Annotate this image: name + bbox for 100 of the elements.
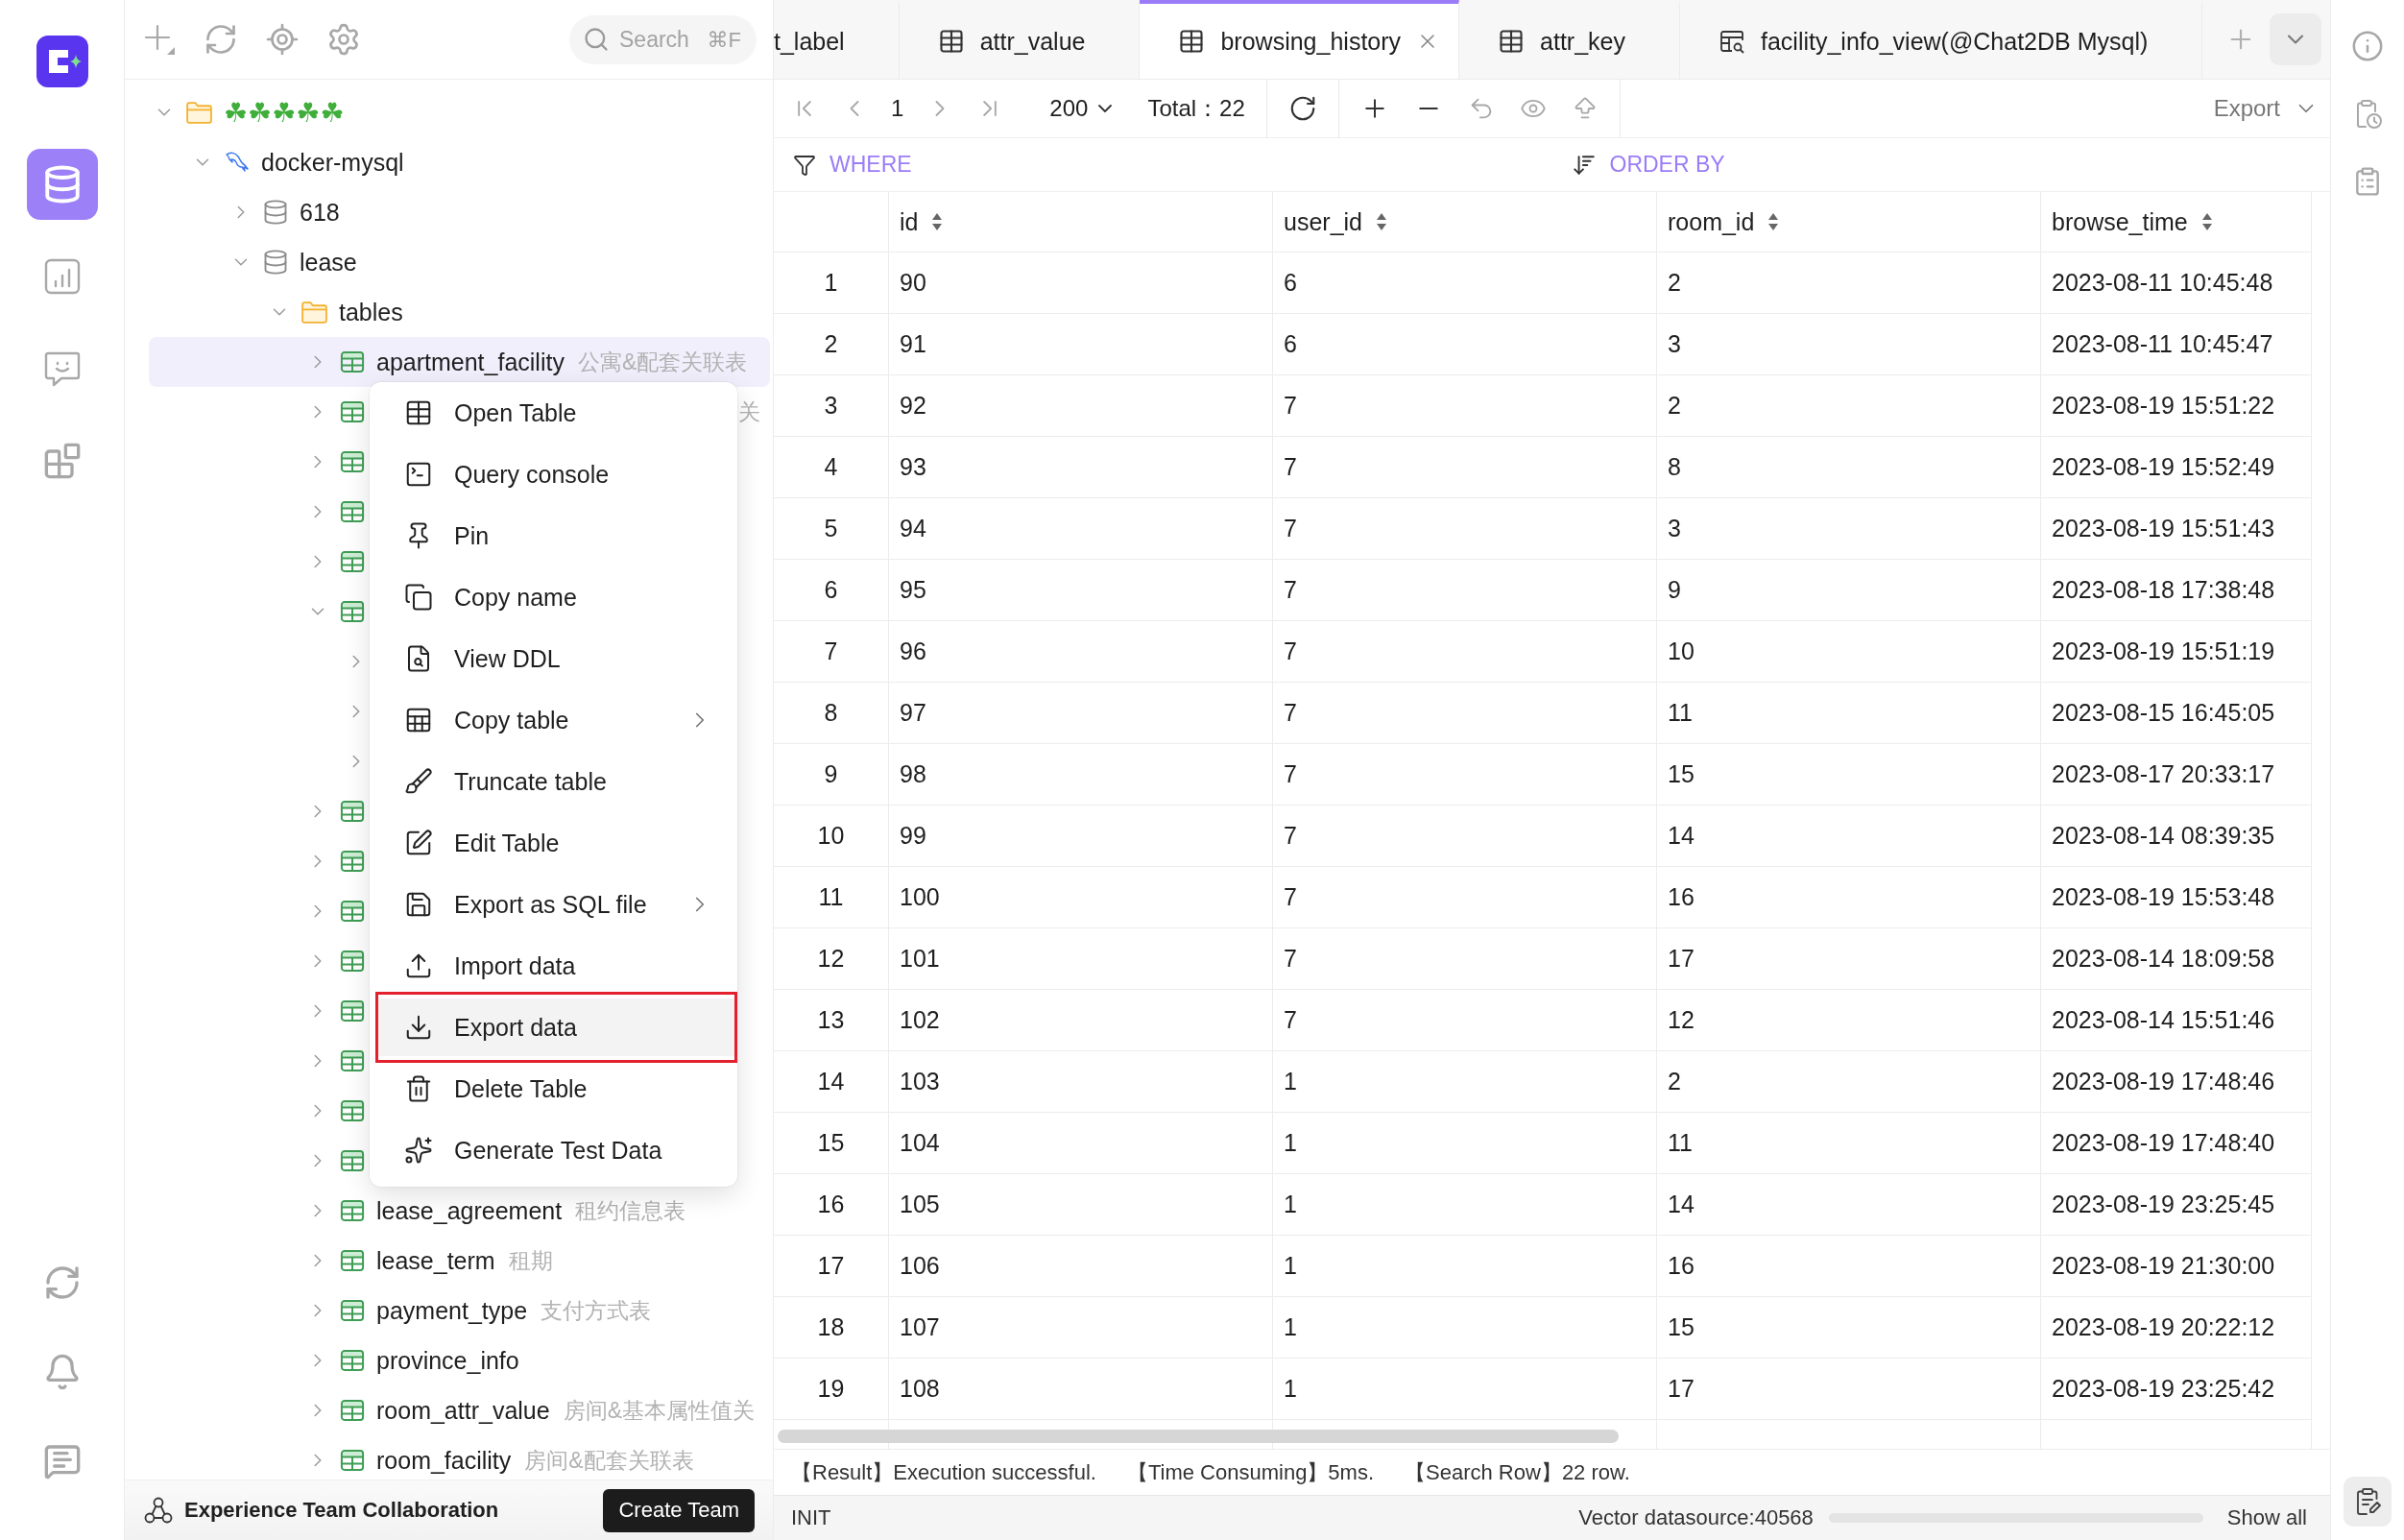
table-cell: 2023-08-19 15:51:19	[2041, 621, 2312, 683]
column-header[interactable]: room_id	[1657, 192, 2041, 253]
column-header[interactable]: id	[889, 192, 1273, 253]
tree-item[interactable]: room_attr_value 房间&基本属性值关	[302, 1385, 764, 1435]
tree-item[interactable]: province_info	[302, 1335, 529, 1385]
table-icon	[1178, 28, 1206, 55]
table-cell: 11	[1657, 1113, 2041, 1174]
menu-item[interactable]: Truncate table	[375, 751, 732, 812]
bar-chart-icon[interactable]	[42, 257, 82, 296]
table-cell: 93	[889, 437, 1273, 498]
result-message: 【Search Row】22 row.	[1405, 1458, 1630, 1486]
tab[interactable]: browsing_history	[1140, 0, 1460, 79]
table-comment: 关	[738, 397, 760, 426]
tree-item[interactable]: payment_type 支付方式表	[302, 1286, 661, 1335]
menu-item[interactable]: Generate Test Data	[375, 1119, 732, 1181]
tree-item[interactable]: lease_agreement 租约信息表	[302, 1186, 696, 1236]
crosshair-icon[interactable]	[265, 22, 300, 57]
table-icon	[339, 998, 366, 1024]
row-number: 12	[774, 928, 889, 990]
sort-icon[interactable]	[931, 211, 944, 232]
page-number[interactable]: 1	[891, 95, 904, 122]
tabs-dropdown-button[interactable]	[2270, 13, 2321, 65]
message-icon[interactable]	[42, 1442, 82, 1480]
settings-icon[interactable]	[326, 22, 361, 57]
table-cell: 15	[1657, 744, 2041, 806]
table-cell: 96	[889, 621, 1273, 683]
menu-item[interactable]: Edit Table	[375, 812, 732, 874]
table-cell: 2023-08-18 17:38:48	[2041, 560, 2312, 621]
terminal-icon	[404, 460, 433, 489]
table-icon	[339, 948, 366, 975]
nav-button[interactable]	[26, 149, 98, 220]
tree-item[interactable]: docker-mysql	[187, 137, 414, 187]
table-cell: 7	[1273, 867, 1657, 928]
sort-icon[interactable]	[1767, 211, 1780, 232]
row-number: 16	[774, 1174, 889, 1236]
notes-button[interactable]	[2344, 1477, 2392, 1527]
column-header[interactable]: browse_time	[2041, 192, 2312, 253]
table-cell: 108	[889, 1359, 1273, 1420]
menu-item[interactable]: View DDL	[375, 628, 732, 689]
menu-item[interactable]: Query console	[375, 444, 732, 505]
table-cell: 2023-08-14 18:09:58	[2041, 928, 2312, 990]
menu-item[interactable]: Pin	[375, 505, 732, 566]
table-cell: 2023-08-14 08:39:35	[2041, 806, 2312, 867]
search-icon	[583, 25, 610, 53]
table-cell: 1	[1273, 1236, 1657, 1297]
table-cell: 17	[1657, 928, 2041, 990]
menu-item[interactable]: Copy table	[375, 689, 732, 751]
table-icon	[339, 1047, 366, 1074]
menu-item[interactable]: Export data	[375, 992, 737, 1063]
table-cell: 7	[1273, 928, 1657, 990]
tab[interactable]: t_label	[774, 0, 900, 79]
column-header[interactable]: user_id	[1273, 192, 1657, 253]
table-cell: 105	[889, 1174, 1273, 1236]
table-cell: 94	[889, 498, 1273, 560]
tree-item[interactable]: lease	[226, 237, 367, 287]
table-cell: 103	[889, 1051, 1273, 1113]
scrollbar-thumb[interactable]	[778, 1430, 1619, 1443]
menu-item[interactable]: Copy name	[375, 566, 732, 628]
table-cell: 7	[1273, 437, 1657, 498]
menu-item[interactable]: Export as SQL file	[375, 874, 732, 935]
table-cell: 2	[1657, 1051, 2041, 1113]
table-cell: 106	[889, 1236, 1273, 1297]
download-icon	[404, 1013, 433, 1042]
table-icon	[339, 448, 366, 475]
table-search-icon	[1719, 28, 1745, 55]
tree-item[interactable]: room_facility 房间&配套关联表	[302, 1435, 704, 1480]
info-icon[interactable]	[2351, 30, 2384, 62]
table-cell: 6	[1273, 314, 1657, 375]
database-icon	[262, 249, 289, 276]
table-cell: 2023-08-19 23:25:42	[2041, 1359, 2312, 1420]
table-cell: 2023-08-19 20:22:12	[2041, 1297, 2312, 1359]
row-number: 14	[774, 1051, 889, 1113]
create-team-button[interactable]: Create Team	[603, 1488, 755, 1532]
table-cell: 2023-08-19 15:51:43	[2041, 498, 2312, 560]
export-button[interactable]: Export	[2213, 95, 2319, 122]
table-cell: 2023-08-19 17:48:46	[2041, 1051, 2312, 1113]
tree-item[interactable]: apartment_facility 公寓&配套关联表	[149, 337, 770, 387]
table-icon	[339, 398, 366, 425]
table-icon	[339, 1147, 366, 1174]
result-message: 【Time Consuming】5ms.	[1126, 1458, 1375, 1486]
add-icon[interactable]	[142, 22, 177, 57]
table-cell: 7	[1273, 990, 1657, 1051]
table-cell: 10	[1657, 621, 2041, 683]
sort-icon[interactable]	[1376, 211, 1387, 232]
sort-icon[interactable]	[2200, 211, 2213, 232]
page-size-select[interactable]: 200	[1049, 95, 1118, 122]
status-text: INIT	[791, 1505, 831, 1530]
table-cell: 7	[1273, 806, 1657, 867]
result-message: 【Result】Execution successful.	[791, 1458, 1096, 1486]
row-number: 18	[774, 1297, 889, 1359]
blocks-icon[interactable]	[42, 442, 82, 480]
table-cell: 17	[1657, 1359, 2041, 1420]
table-icon	[1498, 28, 1526, 55]
show-all-link[interactable]: Show all	[2226, 1505, 2307, 1530]
tree-item[interactable]: 618	[226, 187, 349, 237]
chat-smile-icon[interactable]	[42, 349, 82, 388]
tree-item[interactable]: tables	[264, 287, 413, 337]
table-cell: 104	[889, 1113, 1273, 1174]
row-number: 2	[774, 314, 889, 375]
tree-item[interactable]: lease_term 租期	[302, 1236, 563, 1286]
